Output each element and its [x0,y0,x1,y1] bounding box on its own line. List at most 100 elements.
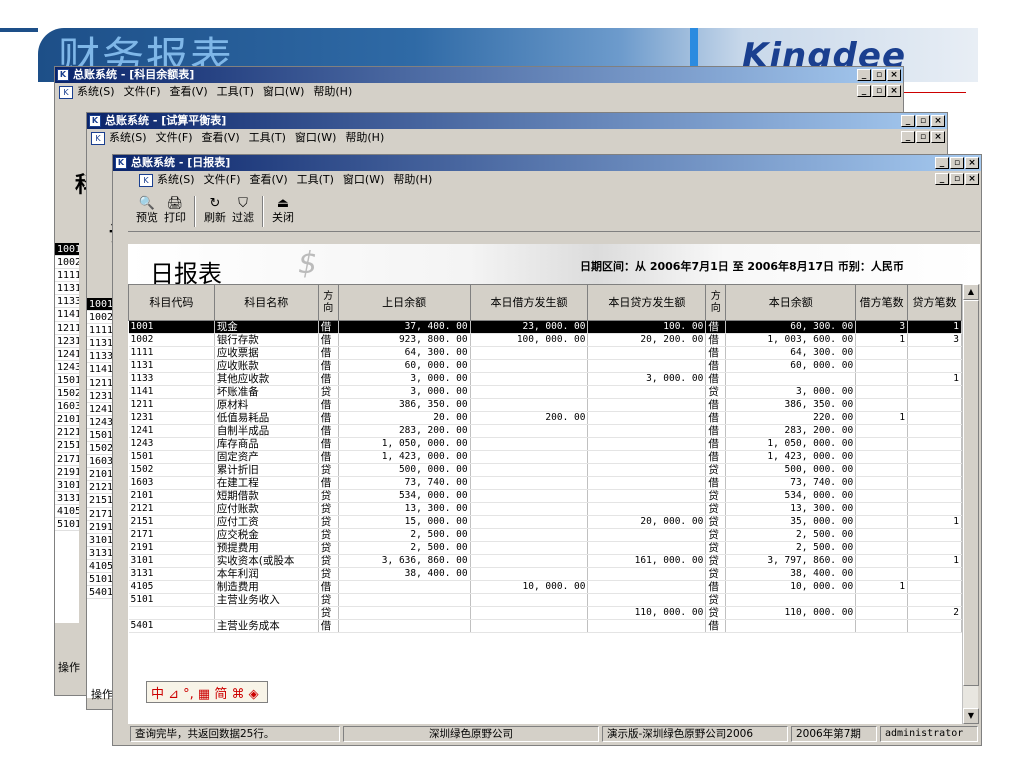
table-row[interactable]: 2191 预提费用贷 2, 500. 00 贷 2, 500. 00 [128,541,962,555]
restore-button[interactable]: ▫ [950,173,964,185]
table-row[interactable]: 1133 其他应收款借 3, 000. 00 3, 000. 00 借 1 [128,372,962,386]
scroll-thumb[interactable] [963,300,979,686]
table-cell [725,593,857,607]
minimize-button[interactable]: _ [857,85,871,97]
restore-button[interactable]: ▫ [916,131,930,143]
table-cell: 其他应收款 [214,372,319,386]
table-row[interactable]: 1111 应收票据借 64, 300. 00 借 64, 300. 00 [128,346,962,360]
table-row[interactable]: 1502 累计折旧贷 500, 000. 00 贷 500, 000. 00 [128,463,962,477]
table-row[interactable]: 1001 现金借 37, 400. 00 23, 000. 00 100. 00 借 60,… [128,320,962,334]
column-header[interactable]: 上日余额 [337,284,471,321]
menu-file[interactable]: 文件(F) [156,131,193,144]
table-row[interactable]: 5101 主营业务收入贷贷 [128,593,962,607]
menu-window[interactable]: 窗口(W) [343,173,384,186]
table-row[interactable]: 2151 应付工资贷 15, 000. 00 20, 000. 00 贷 35, 000.… [128,515,962,529]
menu-window[interactable]: 窗口(W) [263,85,304,98]
close-button[interactable]: × [887,85,901,97]
menu-tools[interactable]: 工具(T) [249,131,286,144]
table-row[interactable]: 2171 应交税金贷 2, 500. 00 贷 2, 500. 00 [128,528,962,542]
column-header[interactable]: 借方笔数 [855,284,909,321]
table-row[interactable]: 1603 在建工程借 73, 740. 00 借 73, 740. 00 [128,476,962,490]
menu-system[interactable]: 系统(S) [109,131,147,144]
menu-tools[interactable]: 工具(T) [297,173,334,186]
window-titlebar[interactable]: K 总账系统 - [试算平衡表] _ ▫ × [87,113,947,129]
menu-system[interactable]: 系统(S) [157,173,195,186]
list-item: 1141 [87,364,113,377]
table-row[interactable]: 2101 短期借款贷 534, 000. 00 贷 534, 000. 00 [128,489,962,503]
close-button[interactable]: × [931,131,945,143]
menu-tools[interactable]: 工具(T) [217,85,254,98]
menu-view[interactable]: 查看(V) [250,173,288,186]
scroll-up-arrow-icon[interactable]: ▲ [963,284,979,300]
column-header[interactable]: 本日余额 [725,284,857,321]
minimize-button[interactable]: _ [935,157,949,169]
column-header[interactable]: 科目代码 [128,284,215,321]
daily-report-window[interactable]: 🔍 预览 🖨 打印 ↻ 刷新 ⛉ 过滤 ⏏ 关闭 日报表 $ 日期区间：从 2006年7月… [128,192,980,744]
table-row[interactable]: 2121 应付账款贷 13, 300. 00 贷 13, 300. 00 [128,502,962,516]
table-cell: 1 [907,554,962,568]
refresh-button[interactable]: ↻ 刷新 [202,196,228,227]
menu-help[interactable]: 帮助(H) [393,173,432,186]
column-header[interactable]: 方向 [705,284,727,321]
restore-button[interactable]: ▫ [872,69,886,81]
menu-help[interactable]: 帮助(H) [313,85,352,98]
table-row[interactable]: 1141 坏账准备贷 3, 000. 00 贷 3, 000. 00 [128,385,962,399]
report-grid[interactable]: 科目代码 科目名称 方向 上日余额 本日借方发生额 本日贷方发生额 方向 本日余额 借方笔数 贷方… [128,284,962,724]
close-button[interactable]: × [887,69,901,81]
ime-toolbar[interactable]: 中 ⊿ °, ▦ 简 ⌘ ◈ [146,681,268,703]
table-row[interactable]: 3101 实收资本(或股本贷 3, 636, 860. 00 161, 000. 00… [128,554,962,568]
print-button[interactable]: 🖨 打印 [162,196,188,227]
restore-button[interactable]: ▫ [916,115,930,127]
table-row[interactable]: 5401 主营业务成本借借 [128,619,962,633]
column-header[interactable]: 方向 [317,284,339,321]
column-header[interactable]: 科目名称 [213,284,319,321]
menu-file[interactable]: 文件(F) [204,173,241,186]
column-header[interactable]: 本日贷方发生额 [587,284,707,321]
ime-status[interactable]: 中 ⊿ °, ▦ 简 ⌘ ◈ [151,683,259,702]
table-row[interactable]: 1231 低值易耗品借 20. 00 200. 00 借 220. 00 1 [128,411,962,425]
restore-button[interactable]: ▫ [872,85,886,97]
table-row[interactable]: 1002 银行存款借 923, 800. 00 100, 000. 00 20, 200… [128,333,962,347]
list-item: 2191 [55,466,79,479]
menu-window[interactable]: 窗口(W) [295,131,336,144]
minimize-button[interactable]: _ [935,173,949,185]
close-report-button[interactable]: ⏏ 关闭 [270,196,296,227]
minimize-button[interactable]: _ [857,69,871,81]
table-cell: 73, 740. 00 [725,476,857,490]
menu-help[interactable]: 帮助(H) [345,131,384,144]
table-cell: 预提费用 [214,541,319,555]
window-titlebar[interactable]: K 总账系统 - [科目余额表] _ ▫ × [55,67,903,83]
table-cell [338,619,471,633]
minimize-button[interactable]: _ [901,115,915,127]
close-button[interactable]: × [965,173,979,185]
menu-system[interactable]: 系统(S) [77,85,115,98]
table-row[interactable]: 1243 库存商品借 1, 050, 000. 00 借 1, 050, 000. 00 [128,437,962,451]
table-cell: 借 [705,437,727,451]
window-titlebar[interactable]: K 总账系统 - [日报表] _ ▫ × [113,155,981,171]
close-button[interactable]: × [931,115,945,127]
column-header[interactable]: 本日借方发生额 [469,284,589,321]
close-button[interactable]: × [965,157,979,169]
preview-icon: 🔍 [138,196,156,211]
column-header[interactable]: 贷方笔数 [907,284,962,321]
table-row[interactable]: 贷 110, 000. 00 贷 110, 000. 00 2 [128,606,962,620]
table-row[interactable]: 1241 自制半成品借 283, 200. 00 借 283, 200. 00 [128,424,962,438]
vertical-scrollbar[interactable]: ▲ ▼ [962,284,979,724]
table-row[interactable]: 1131 应收账款借 60, 000. 00 借 60, 000. 00 [128,359,962,373]
list-item: 1002 [55,257,79,270]
minimize-button[interactable]: _ [901,131,915,143]
filter-button[interactable]: ⛉ 过滤 [230,196,256,227]
menu-view[interactable]: 查看(V) [170,85,208,98]
restore-button[interactable]: ▫ [950,157,964,169]
table-row[interactable]: 1211 原材料借 386, 350. 00 借 386, 350. 00 [128,398,962,412]
table-cell: 银行存款 [214,333,319,347]
table-row[interactable]: 3131 本年利润贷 38, 400. 00 贷 38, 400. 00 [128,567,962,581]
table-row[interactable]: 4105 制造费用借 10, 000. 00 借 10, 000. 00 1 [128,580,962,594]
menu-file[interactable]: 文件(F) [124,85,161,98]
scroll-down-arrow-icon[interactable]: ▼ [963,708,979,724]
table-cell: 借 [705,411,727,425]
preview-button[interactable]: 🔍 预览 [134,196,160,227]
table-row[interactable]: 1501 固定资产借 1, 423, 000. 00 借 1, 423, 000. 00 [128,450,962,464]
table-body: 1001 现金借 37, 400. 00 23, 000. 00 100. 00 借 60,… [128,320,962,633]
menu-view[interactable]: 查看(V) [202,131,240,144]
